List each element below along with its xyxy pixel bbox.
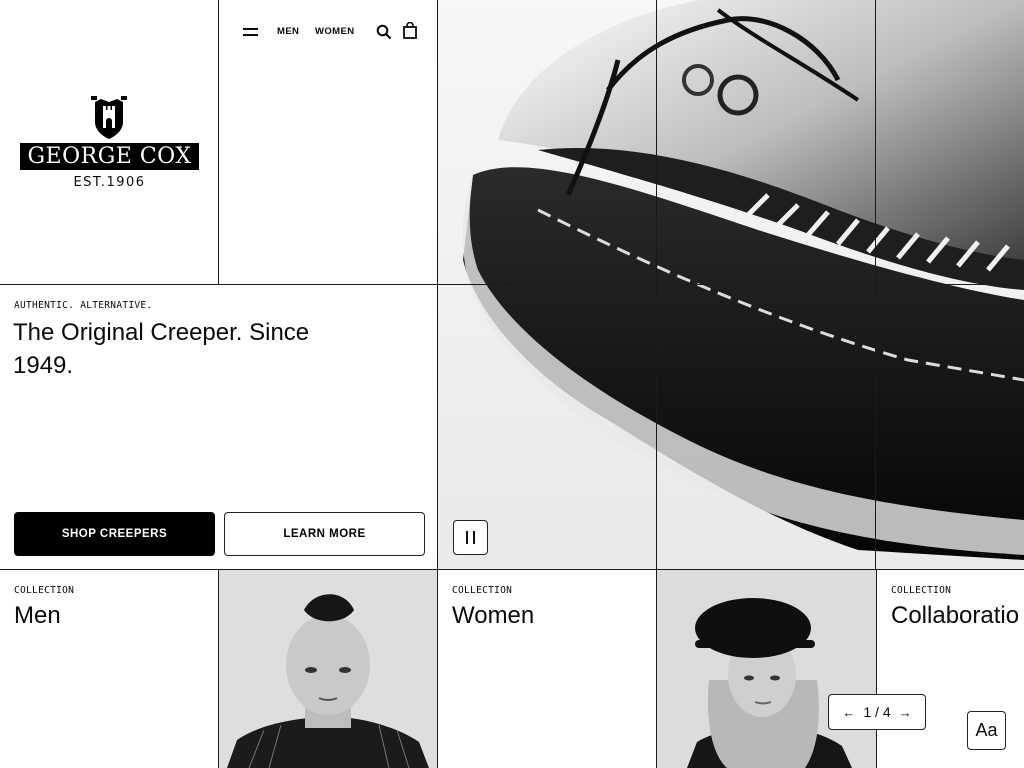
collection-card-women[interactable]: COLLECTION Women — [438, 570, 657, 768]
top-nav: MEN WOMEN — [219, 18, 437, 46]
hero-eyebrow: AUTHENTIC. ALTERNATIVE. — [14, 300, 153, 311]
font-settings-button[interactable]: Aa — [967, 711, 1006, 750]
brand-wordmark[interactable]: GEORGE COX — [20, 143, 199, 170]
man-portrait-image — [219, 570, 437, 768]
men-model-photo[interactable] — [219, 570, 438, 768]
arrow-left-icon[interactable]: ← — [842, 705, 855, 720]
collection-label: COLLECTION — [452, 585, 513, 596]
collection-card-men[interactable]: COLLECTION Men — [0, 570, 219, 768]
shop-creepers-button[interactable]: SHOP CREEPERS — [14, 512, 215, 556]
creeper-shoe-image — [438, 0, 1024, 569]
collection-title-men[interactable]: Men — [14, 602, 61, 630]
shopping-bag-icon[interactable] — [403, 22, 417, 39]
carousel-position: 1 / 4 — [863, 704, 891, 720]
nav-link-men[interactable]: MEN — [277, 26, 299, 37]
logo-cell: GEORGE COX EST.1906 — [0, 0, 219, 285]
nav-link-women[interactable]: WOMEN — [315, 26, 354, 37]
hero-text-cell: AUTHENTIC. ALTERNATIVE. The Original Cre… — [0, 285, 438, 570]
grid-line — [438, 284, 1024, 285]
collection-label: COLLECTION — [891, 585, 952, 596]
women-model-photo[interactable] — [657, 570, 877, 768]
menu-icon[interactable] — [243, 27, 258, 37]
castle-crest-icon — [91, 96, 127, 139]
collection-label: COLLECTION — [14, 585, 75, 596]
brand-established: EST.1906 — [73, 175, 146, 190]
arrow-right-icon[interactable]: → — [899, 705, 912, 720]
navigation-cell: MEN WOMEN — [219, 0, 438, 285]
grid-line — [656, 0, 657, 569]
pause-icon[interactable] — [453, 520, 488, 555]
collection-title-collaborations[interactable]: Collaboratio — [891, 602, 1019, 630]
hero-title: The Original Creeper. Since 1949. — [13, 319, 310, 379]
learn-more-button[interactable]: LEARN MORE — [224, 512, 425, 556]
search-icon[interactable] — [376, 24, 392, 40]
woman-portrait-image — [657, 570, 876, 768]
carousel-pager: ← 1 / 4 → — [828, 694, 926, 730]
collection-title-women[interactable]: Women — [452, 602, 534, 630]
grid-line — [875, 0, 876, 569]
hero-image — [438, 0, 1024, 570]
